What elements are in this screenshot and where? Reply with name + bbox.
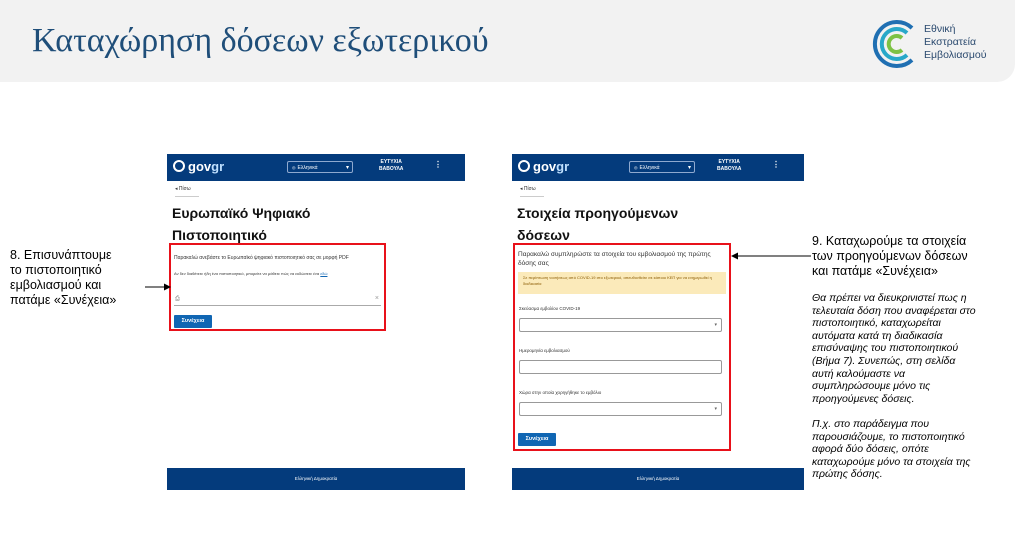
vaccination-campaign-logo bbox=[872, 20, 914, 68]
explanatory-note: Θα πρέπει να διευκρινιστεί πως η τελευτα… bbox=[812, 292, 976, 481]
globe-icon: ◎ bbox=[292, 165, 296, 170]
divider bbox=[520, 196, 544, 197]
continue-button[interactable]: Συνέχεια bbox=[174, 315, 212, 328]
continue-button[interactable]: Συνέχεια bbox=[518, 433, 556, 446]
gov-emblem-icon bbox=[518, 160, 530, 172]
arrow-right-icon bbox=[145, 283, 171, 291]
arrow-left-icon bbox=[731, 252, 811, 260]
gov-emblem-icon bbox=[173, 160, 185, 172]
paperclip-icon: ⎙ bbox=[175, 296, 180, 302]
more-menu-icon[interactable]: ⋮ bbox=[772, 160, 780, 169]
gov-navbar: govgr ◎ Ελληνικά ▾ ΕΥΤΥΧΙΑ ΒΑΒΟΥΛΑ ⋮ bbox=[167, 154, 465, 181]
user-name[interactable]: ΕΥΤΥΧΙΑ ΒΑΒΟΥΛΑ bbox=[717, 159, 741, 173]
clear-icon[interactable]: × bbox=[375, 295, 379, 302]
page-title: Στοιχεία προηγούμενων δόσεων bbox=[517, 205, 679, 243]
highlight-upload-form: Παρακαλώ ανεβάστε το Ευρωπαϊκό ψηφιακό π… bbox=[169, 243, 386, 331]
chevron-down-icon: ▾ bbox=[714, 406, 717, 412]
highlight-dose-form: Παρακαλώ συμπληρώστε τα στοιχεία του εμβ… bbox=[513, 243, 731, 451]
divider bbox=[175, 196, 199, 197]
more-menu-icon[interactable]: ⋮ bbox=[434, 160, 442, 169]
vaccine-label: Σκεύασμα εμβολίου COVID-19 bbox=[519, 306, 581, 311]
vaccine-select[interactable]: ▾ bbox=[519, 318, 722, 332]
gov-navbar: govgr ◎ Ελληνικά ▾ ΕΥΤΥΧΙΑ ΒΑΒΟΥΛΑ ⋮ bbox=[512, 154, 804, 181]
govgr-logo[interactable]: govgr bbox=[173, 159, 224, 174]
chevron-down-icon: ▾ bbox=[714, 322, 717, 328]
date-label: Ημερομηνία εμβολιασμού bbox=[519, 348, 570, 353]
gov-footer: Ελληνική Δημοκρατία bbox=[167, 468, 465, 490]
gov-footer: Ελληνική Δημοκρατία bbox=[512, 468, 804, 490]
back-link[interactable]: ◂ Πίσω bbox=[175, 186, 191, 192]
caption-step-8: 8. Επισυνάπτουμε το πιστοποιητικό εμβολι… bbox=[10, 248, 117, 307]
chevron-down-icon: ▾ bbox=[687, 165, 691, 171]
date-input[interactable] bbox=[519, 360, 722, 374]
logo-text: Εθνική Εκστρατεία Εμβολιασμού bbox=[924, 23, 987, 61]
form-intro: Παρακαλώ συμπληρώστε τα στοιχεία του εμβ… bbox=[518, 251, 711, 267]
user-name[interactable]: ΕΥΤΥΧΙΑ ΒΑΒΟΥΛΑ bbox=[379, 159, 403, 173]
back-link[interactable]: ◂ Πίσω bbox=[520, 186, 536, 192]
chevron-down-icon: ▾ bbox=[345, 165, 349, 171]
language-select[interactable]: ◎ Ελληνικά ▾ bbox=[287, 161, 353, 173]
country-select[interactable]: ▾ bbox=[519, 402, 722, 416]
govgr-logo[interactable]: govgr bbox=[518, 159, 569, 174]
file-input[interactable]: ⎙ × bbox=[174, 295, 381, 306]
language-select[interactable]: ◎ Ελληνικά ▾ bbox=[629, 161, 695, 173]
page-title: Ευρωπαϊκό Ψηφιακό Πιστοποιητικό bbox=[172, 205, 311, 243]
upload-instruction: Παρακαλώ ανεβάστε το Ευρωπαϊκό ψηφιακό π… bbox=[174, 255, 349, 261]
slide-title: Καταχώρηση δόσεων εξωτερικού bbox=[32, 22, 489, 59]
slide-header: Καταχώρηση δόσεων εξωτερικού Εθνική Εκστ… bbox=[0, 0, 1015, 82]
warning-banner: Σε περίπτωση νοσήσεως από COVID-19 στο ε… bbox=[518, 272, 726, 294]
help-link[interactable]: εδώ bbox=[320, 271, 327, 276]
caption-step-9: 9. Καταχωρούμε τα στοιχεία των προηγούμε… bbox=[812, 234, 968, 278]
globe-icon: ◎ bbox=[634, 165, 638, 170]
upload-note: Αν δεν διαθέτετε ήδη ένα πιστοποιητικό, … bbox=[174, 271, 328, 276]
country-label: Χώρα στην οποία χορηγήθηκε το εμβόλιο bbox=[519, 390, 602, 395]
